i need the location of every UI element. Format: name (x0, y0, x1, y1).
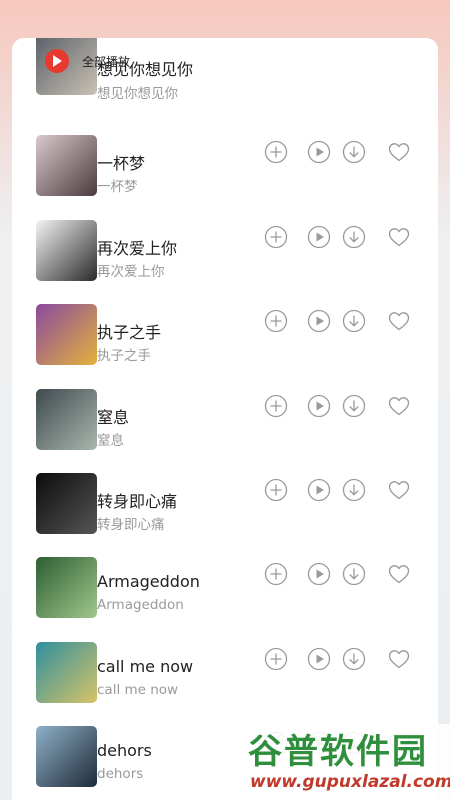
add-to-playlist-icon[interactable] (264, 140, 288, 164)
song-title: 执子之手 (97, 323, 162, 342)
heart-icon[interactable] (387, 478, 411, 502)
song-title: 转身即心痛 (97, 492, 178, 511)
download-icon[interactable] (342, 225, 366, 249)
album-cover[interactable] (36, 473, 97, 534)
heart-icon[interactable] (387, 562, 411, 586)
song-artist: 想见你想见你 (97, 86, 178, 102)
add-to-playlist-icon[interactable] (264, 225, 288, 249)
song-row[interactable]: call me now call me now (12, 637, 438, 721)
play-icon[interactable] (307, 647, 331, 671)
song-row[interactable]: 再次爱上你 再次爱上你 (12, 215, 438, 299)
heart-icon[interactable] (387, 140, 411, 164)
play-icon[interactable] (307, 309, 331, 333)
song-artist: 窒息 (97, 433, 124, 449)
song-artist: 一杯梦 (97, 179, 138, 195)
song-title: Armageddon (97, 572, 200, 591)
add-to-playlist-icon[interactable] (264, 562, 288, 586)
add-to-playlist-icon[interactable] (264, 394, 288, 418)
play-icon[interactable] (307, 140, 331, 164)
song-artist: 再次爱上你 (97, 264, 165, 280)
song-artist: call me now (97, 682, 179, 698)
download-icon[interactable] (342, 394, 366, 418)
play-icon[interactable] (307, 225, 331, 249)
play-all-icon (45, 49, 69, 73)
play-all-button[interactable]: 全部播放 (45, 47, 130, 75)
download-icon[interactable] (342, 140, 366, 164)
album-cover[interactable] (36, 304, 97, 365)
download-icon[interactable] (342, 478, 366, 502)
song-title: 窒息 (97, 408, 130, 427)
song-row[interactable]: 转身即心痛 转身即心痛 (12, 468, 438, 552)
album-cover[interactable] (36, 642, 97, 703)
add-to-playlist-icon[interactable] (264, 647, 288, 671)
song-title: 一杯梦 (97, 154, 146, 173)
heart-icon[interactable] (387, 394, 411, 418)
heart-icon[interactable] (387, 309, 411, 333)
heart-icon[interactable] (387, 647, 411, 671)
album-cover[interactable] (36, 220, 97, 281)
watermark: 谷普软件园 www.gupuxlazal.com (242, 724, 450, 800)
album-cover[interactable] (36, 557, 97, 618)
song-title: 再次爱上你 (97, 239, 178, 258)
heart-icon[interactable] (387, 225, 411, 249)
watermark-url: www.gupuxlazal.com (250, 772, 450, 792)
song-row[interactable]: Armageddon Armageddon (12, 552, 438, 636)
play-icon[interactable] (307, 562, 331, 586)
download-icon[interactable] (342, 309, 366, 333)
album-cover[interactable] (36, 135, 97, 196)
watermark-title: 谷普软件园 (248, 732, 428, 772)
album-cover[interactable] (36, 389, 97, 450)
add-to-playlist-icon[interactable] (264, 478, 288, 502)
song-row[interactable]: 执子之手 执子之手 (12, 299, 438, 383)
play-all-label: 全部播放 (82, 54, 131, 69)
song-title: call me now (97, 657, 194, 676)
add-to-playlist-icon[interactable] (264, 309, 288, 333)
song-row[interactable]: 一杯梦 一杯梦 (12, 130, 438, 214)
song-row[interactable]: 窒息 窒息 (12, 384, 438, 468)
song-list-card: 想见你想见你 想见你想见你 一杯梦 一杯梦 再次爱上你 再次爱上你 执子之手 执子之手 窒息 窒息… (12, 38, 438, 800)
song-artist: dehors (97, 766, 144, 782)
download-icon[interactable] (342, 562, 366, 586)
song-title: dehors (97, 741, 152, 760)
play-icon[interactable] (307, 394, 331, 418)
song-artist: 执子之手 (97, 348, 151, 364)
album-cover[interactable] (36, 726, 97, 787)
song-artist: Armageddon (97, 597, 184, 613)
song-artist: 转身即心痛 (97, 517, 165, 533)
download-icon[interactable] (342, 647, 366, 671)
play-icon[interactable] (307, 478, 331, 502)
